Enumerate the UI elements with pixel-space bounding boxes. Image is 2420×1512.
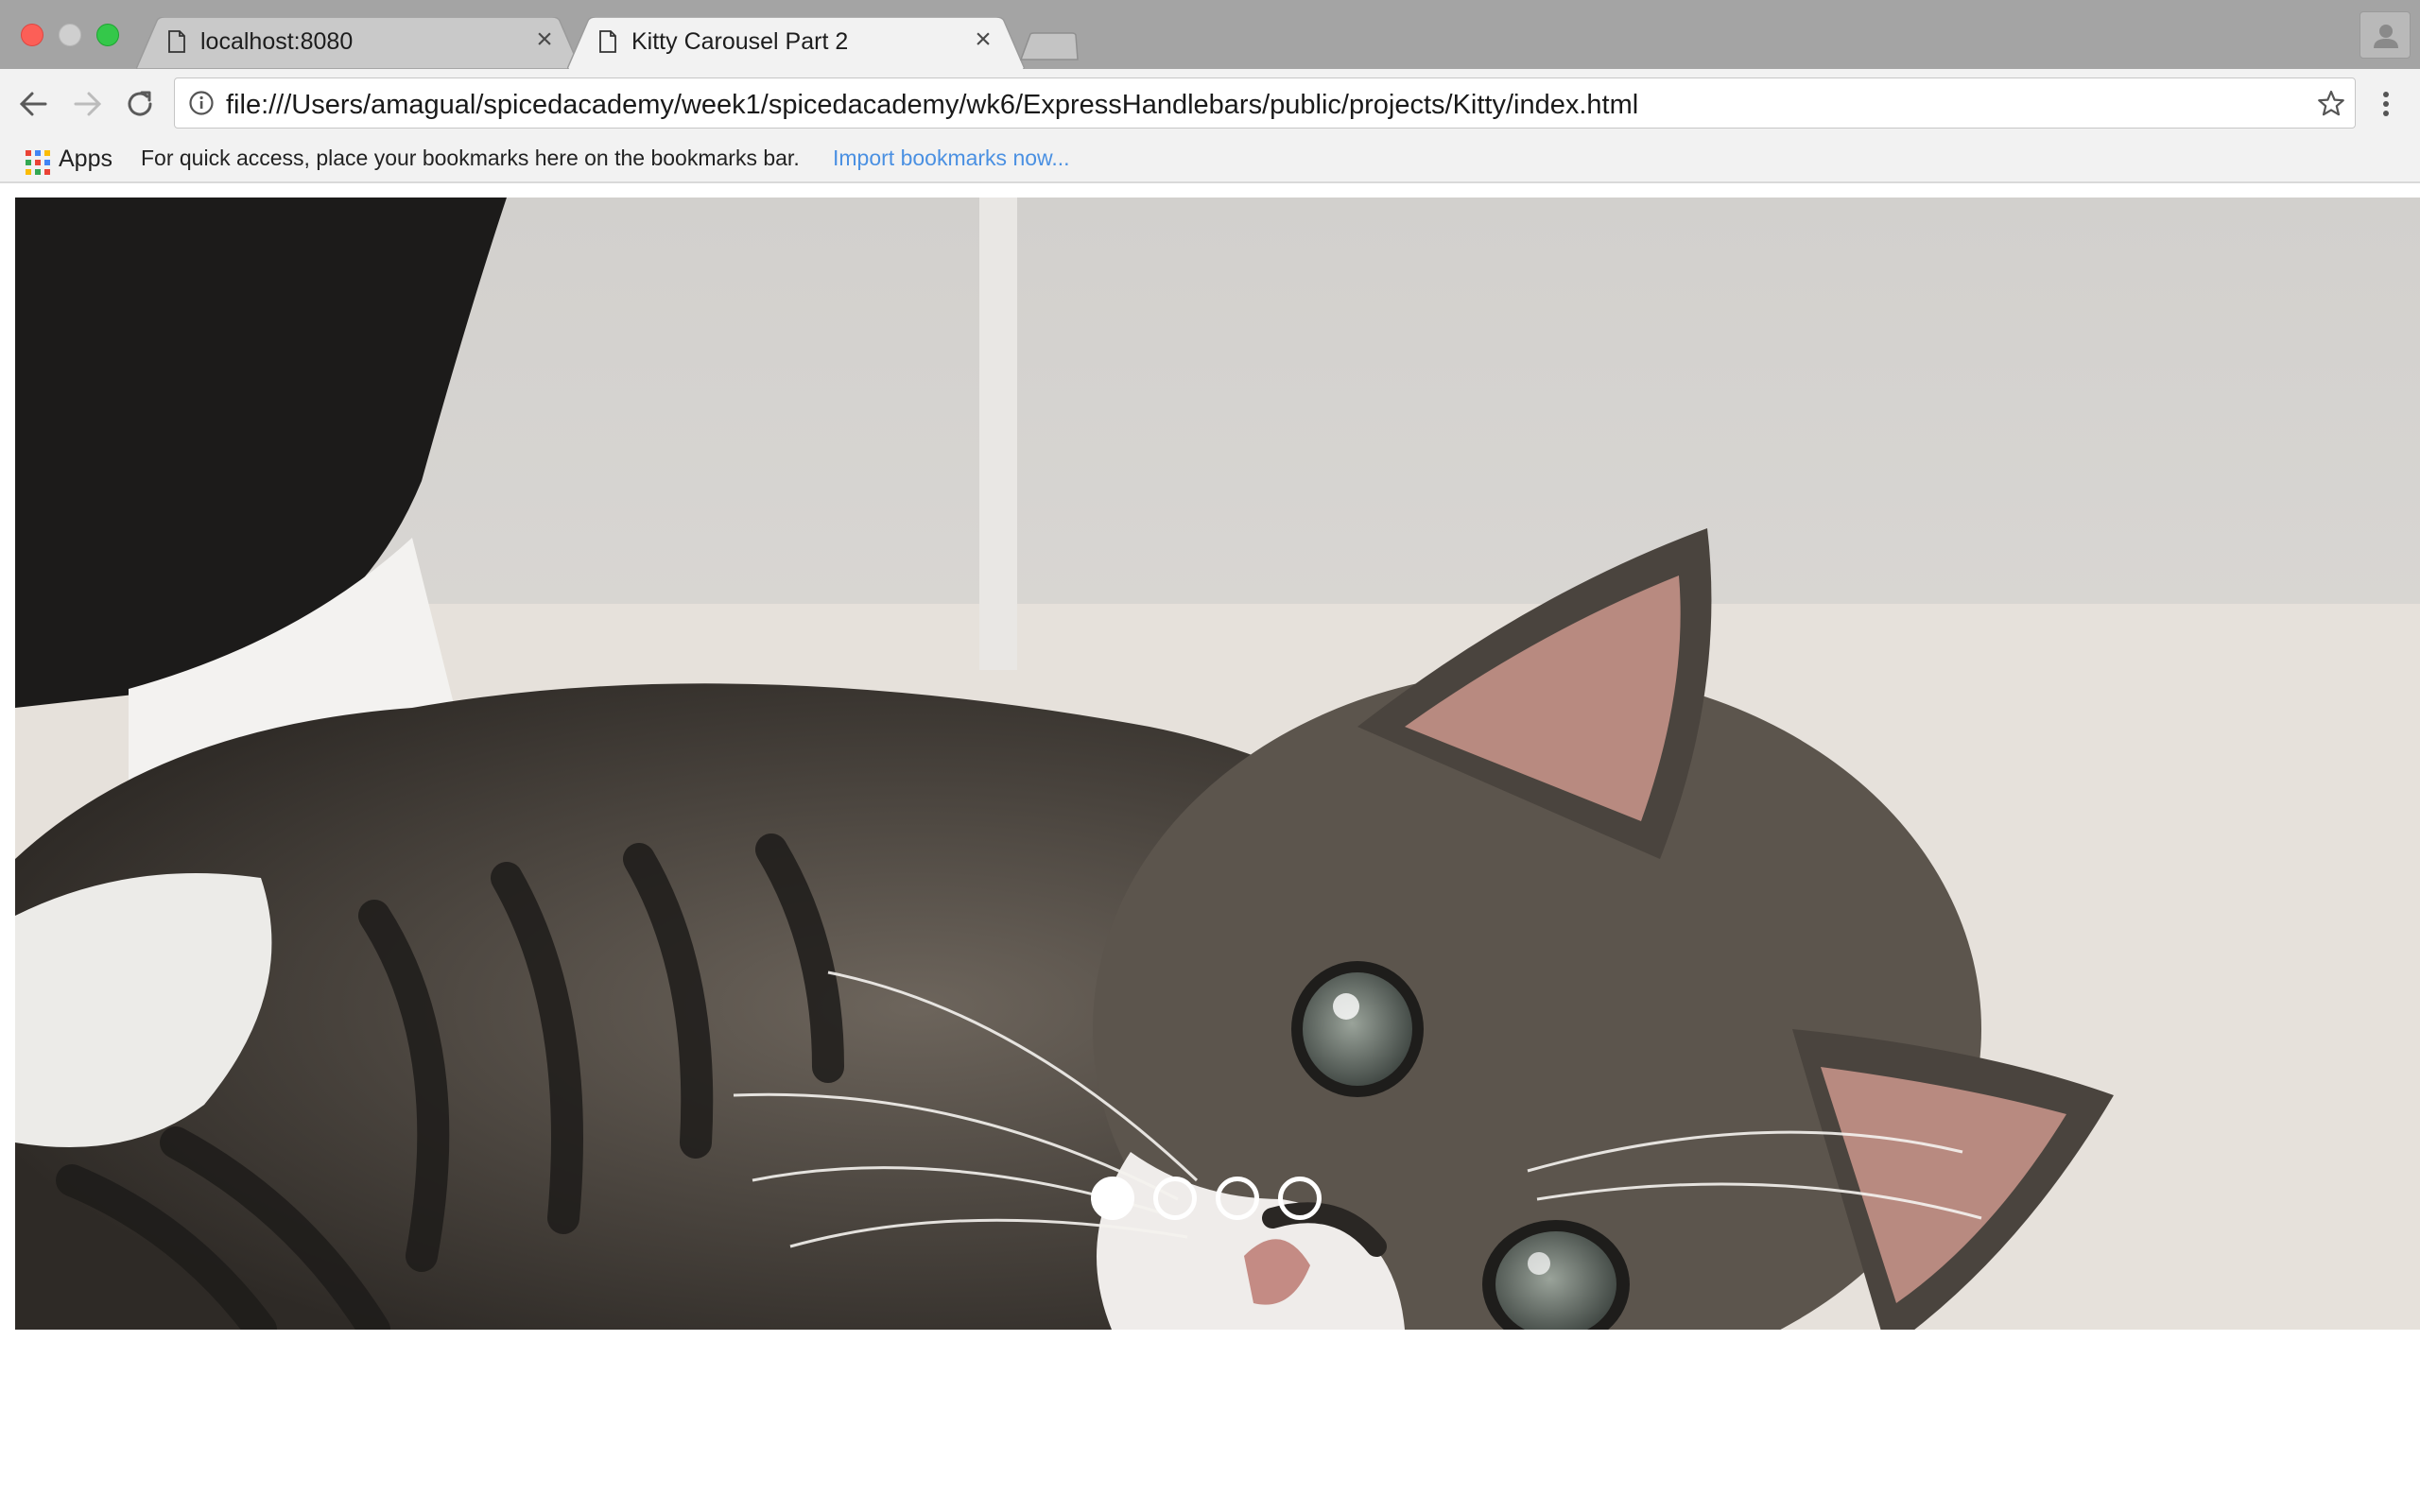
- carousel-dots: [1091, 1177, 1346, 1220]
- more-vert-icon[interactable]: [2369, 85, 2403, 123]
- kitten-photo: [15, 198, 2420, 1330]
- carousel-dot-3[interactable]: [1216, 1177, 1259, 1220]
- page-icon: [599, 30, 616, 53]
- info-icon[interactable]: [188, 90, 215, 116]
- forward-arrow-icon[interactable]: [68, 85, 106, 123]
- browser-titlebar: localhost:8080 × Kitty Carousel Part 2 ×: [0, 0, 2420, 69]
- url-text[interactable]: file:///Users/amagual/spicedacademy/week…: [226, 90, 1638, 121]
- carousel-dot-1[interactable]: [1091, 1177, 1134, 1220]
- bookmarks-bar: Apps For quick access, place your bookma…: [0, 139, 2420, 183]
- minimize-window-button[interactable]: [59, 24, 81, 46]
- new-tab-button[interactable]: [1019, 32, 1080, 60]
- carousel-dot-4[interactable]: [1278, 1177, 1322, 1220]
- reload-icon[interactable]: [121, 85, 159, 123]
- apps-link[interactable]: Apps: [59, 146, 112, 173]
- page-content: [0, 183, 2420, 1512]
- carousel-dot-2[interactable]: [1153, 1177, 1197, 1220]
- kitty-carousel[interactable]: [15, 198, 2420, 1330]
- page-icon: [168, 30, 185, 53]
- close-tab-icon[interactable]: ×: [531, 26, 558, 54]
- tab-title: Kitty Carousel Part 2: [631, 28, 849, 55]
- close-tab-icon[interactable]: ×: [970, 26, 996, 54]
- tab-kitty-carousel[interactable]: Kitty Carousel Part 2 ×: [567, 17, 1025, 69]
- bookmark-star-icon[interactable]: [2315, 88, 2347, 120]
- tab-title: localhost:8080: [200, 28, 354, 55]
- bookmarks-hint-text: For quick access, place your bookmarks h…: [141, 146, 800, 170]
- address-bar[interactable]: file:///Users/amagual/spicedacademy/week…: [174, 77, 2356, 129]
- browser-toolbar: file:///Users/amagual/spicedacademy/week…: [0, 69, 2420, 139]
- close-window-button[interactable]: [21, 24, 43, 46]
- back-arrow-icon[interactable]: [15, 85, 53, 123]
- apps-grid-icon[interactable]: [25, 149, 51, 176]
- tab-localhost[interactable]: localhost:8080 ×: [136, 17, 580, 69]
- profile-button[interactable]: [2360, 11, 2411, 59]
- zoom-window-button[interactable]: [96, 24, 119, 46]
- person-icon: [2374, 25, 2398, 48]
- import-bookmarks-link[interactable]: Import bookmarks now...: [833, 146, 1070, 171]
